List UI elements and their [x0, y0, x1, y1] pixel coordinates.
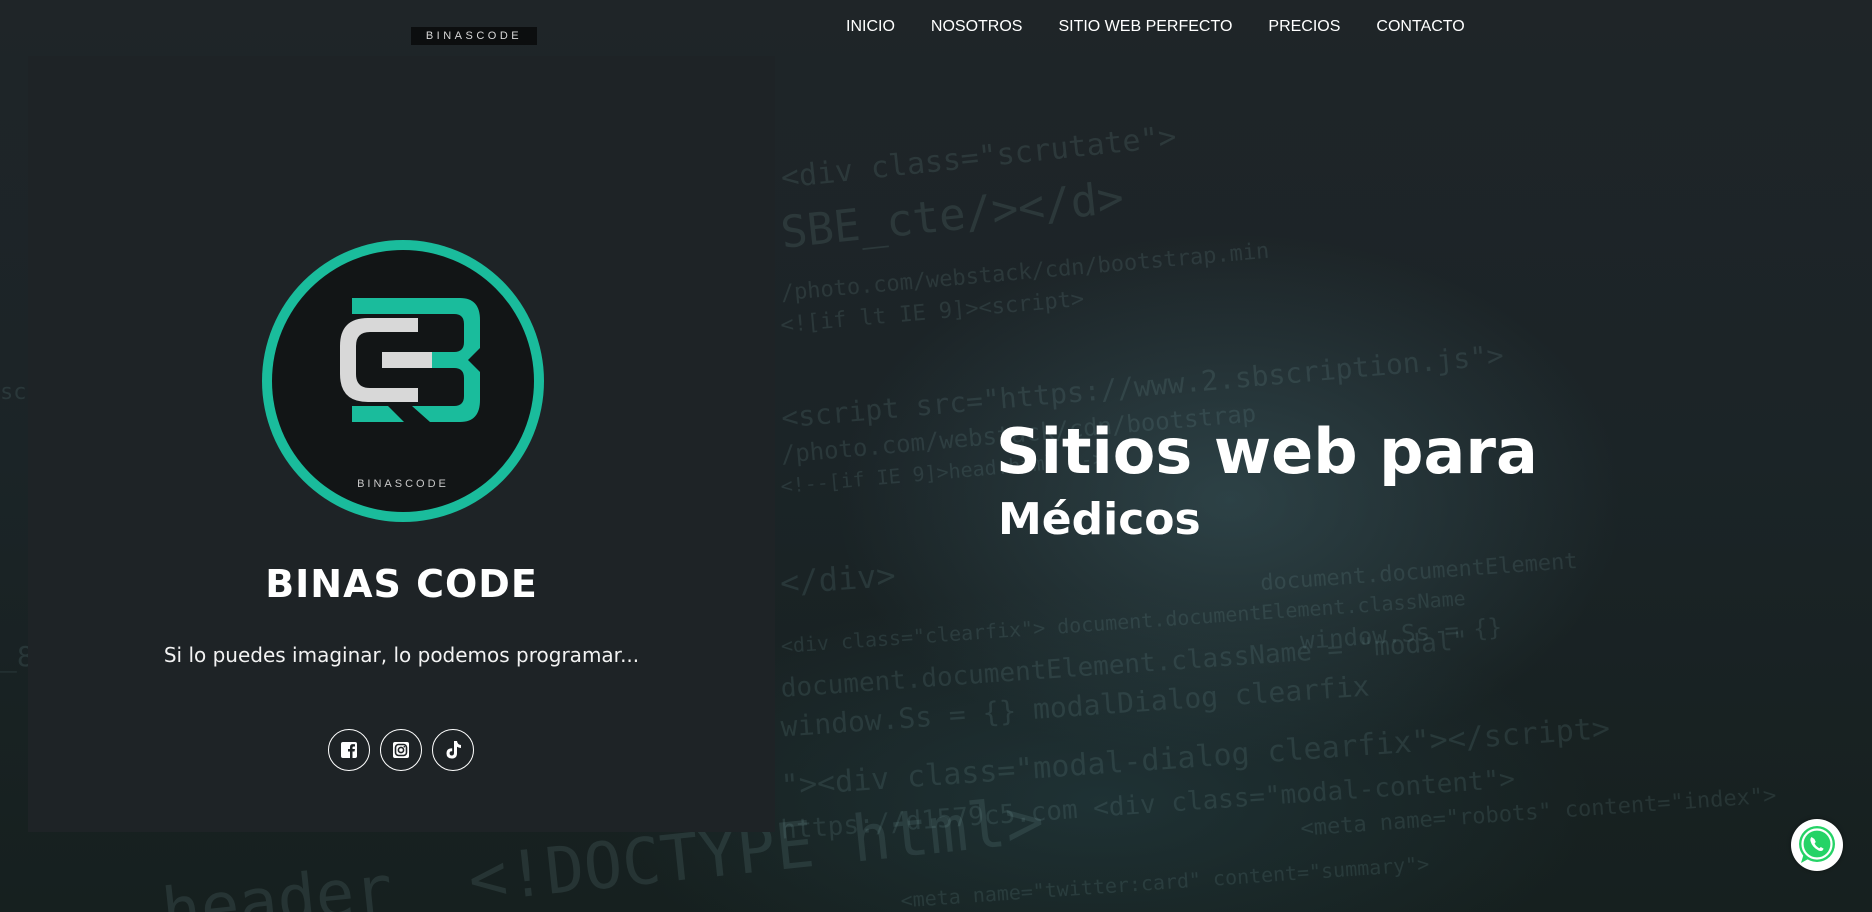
facebook-icon — [341, 742, 357, 758]
brand-logo-text[interactable]: BINASCODE — [411, 27, 537, 45]
nav-item-contacto[interactable]: CONTACTO — [1376, 17, 1464, 37]
logo-badge: BINASCODE — [272, 250, 534, 512]
instagram-icon — [393, 742, 409, 758]
hero-title: Sitios web para — [996, 415, 1538, 488]
nav-item-precios[interactable]: PRECIOS — [1268, 17, 1340, 37]
tiktok-link[interactable] — [432, 729, 474, 771]
facebook-link[interactable] — [328, 729, 370, 771]
whatsapp-icon — [1799, 826, 1835, 863]
logo-caption: BINASCODE — [357, 478, 449, 490]
company-logo: BINASCODE — [262, 240, 544, 522]
tiktok-icon — [446, 741, 461, 759]
cb-monogram-icon — [340, 298, 480, 422]
instagram-link[interactable] — [380, 729, 422, 771]
nav-item-nosotros[interactable]: NOSOTROS — [931, 17, 1023, 37]
social-links — [328, 729, 474, 771]
nav-item-inicio[interactable]: INICIO — [846, 17, 895, 37]
hero-subtitle: Médicos — [998, 494, 1201, 545]
company-tagline: Si lo puedes imaginar, lo podemos progra… — [163, 643, 640, 667]
top-navigation-bar: BINASCODE INICIO NOSOTROS SITIO WEB PERF… — [0, 0, 1872, 56]
whatsapp-button[interactable] — [1791, 819, 1843, 871]
main-nav: INICIO NOSOTROS SITIO WEB PERFECTO PRECI… — [846, 17, 1501, 37]
nav-item-sitio-web-perfecto[interactable]: SITIO WEB PERFECTO — [1058, 17, 1232, 37]
company-name: BINAS CODE — [265, 562, 538, 606]
